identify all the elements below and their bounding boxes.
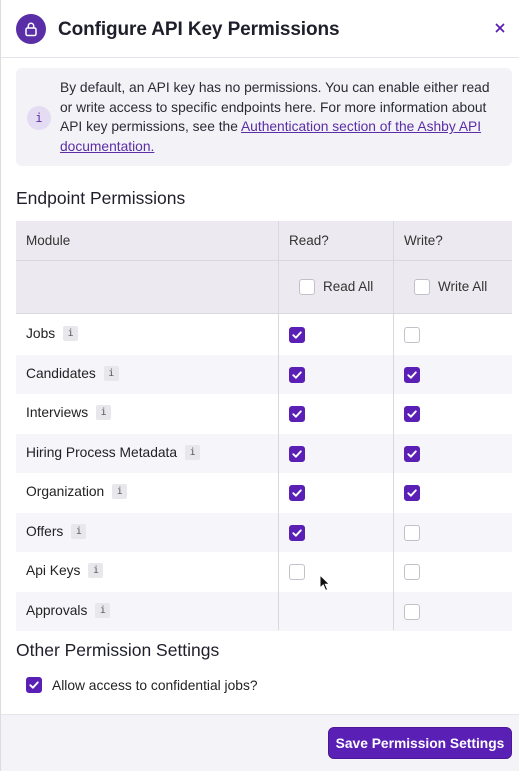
write-checkbox[interactable]: [404, 603, 420, 620]
module-label: Interviews: [26, 405, 89, 420]
select-all-row: Read All Write All: [16, 261, 512, 314]
write-checkbox[interactable]: [404, 485, 420, 501]
module-info-icon[interactable]: i: [185, 444, 201, 460]
mouse-cursor-icon: [319, 574, 331, 592]
write-checkbox[interactable]: [404, 366, 420, 383]
api-key-permissions-modal: Configure API Key Permissions i By defau…: [0, 0, 519, 771]
read-checkbox[interactable]: [289, 524, 305, 541]
module-name: Jobs i: [26, 326, 79, 341]
write-checkbox[interactable]: [404, 327, 420, 343]
modal-header: Configure API Key Permissions: [1, 0, 519, 58]
write-checkbox[interactable]: [404, 445, 420, 462]
column-header-module: Module: [26, 233, 71, 248]
table-header-row: Module Read? Write?: [16, 221, 512, 261]
module-label: Organization: [26, 484, 105, 499]
write-checkbox[interactable]: [404, 406, 420, 422]
module-name: Hiring Process Metadata i: [26, 444, 201, 460]
module-info-icon[interactable]: i: [63, 326, 79, 341]
permissions-notice: i By default, an API key has no permissi…: [16, 68, 512, 166]
module-name: Candidates i: [26, 365, 119, 381]
other-permissions-heading: Other Permission Settings: [16, 640, 220, 660]
column-header-read: Read?: [289, 233, 329, 248]
module-name: Organization i: [26, 484, 128, 499]
table-row: Jobs i: [16, 315, 512, 355]
module-name: Approvals i: [26, 602, 111, 618]
column-header-write: Write?: [404, 233, 443, 248]
read-checkbox[interactable]: [289, 327, 305, 343]
table-row: Interviews i: [16, 394, 512, 434]
endpoint-permissions-heading: Endpoint Permissions: [16, 188, 186, 208]
modal-title: Configure API Key Permissions: [58, 19, 340, 40]
module-label: Offers: [26, 523, 64, 539]
modal-footer: Save Permission Settings: [1, 714, 519, 771]
module-name: Api Keys i: [26, 563, 104, 578]
notice-text: By default, an API key has no permission…: [60, 78, 500, 156]
read-all-label: Read All: [323, 279, 374, 294]
read-all-checkbox[interactable]: [299, 279, 315, 295]
save-permission-settings-button[interactable]: Save Permission Settings: [328, 727, 512, 759]
confidential-jobs-label: Allow access to confidential jobs?: [52, 677, 258, 693]
write-all-label: Write All: [438, 279, 488, 294]
table-row: Organization i: [16, 473, 512, 513]
module-name: Interviews i: [26, 405, 112, 420]
read-checkbox[interactable]: [289, 485, 305, 501]
table-row: Approvals i: [16, 591, 512, 631]
column-divider: [393, 221, 394, 630]
module-label: Hiring Process Metadata: [26, 444, 178, 460]
info-icon: i: [27, 106, 51, 130]
read-checkbox[interactable]: [289, 406, 305, 422]
module-label: Approvals: [26, 602, 88, 618]
table-row: Candidates i: [16, 354, 512, 394]
module-info-icon[interactable]: i: [71, 523, 87, 539]
column-divider: [278, 221, 279, 630]
close-icon[interactable]: [493, 21, 507, 35]
module-label: Jobs: [26, 326, 56, 341]
read-checkbox[interactable]: [289, 366, 305, 383]
read-checkbox[interactable]: [289, 564, 305, 580]
write-checkbox[interactable]: [404, 564, 420, 580]
write-all-checkbox[interactable]: [414, 279, 430, 295]
read-checkbox[interactable]: [289, 445, 305, 462]
lock-icon: [16, 14, 46, 44]
module-info-icon[interactable]: i: [96, 405, 112, 420]
module-name: Offers i: [26, 523, 87, 539]
confidential-jobs-checkbox[interactable]: [26, 677, 42, 693]
module-info-icon[interactable]: i: [103, 365, 119, 381]
module-label: Candidates: [26, 365, 96, 381]
module-info-icon[interactable]: i: [112, 484, 128, 499]
write-checkbox[interactable]: [404, 524, 420, 541]
table-row: Api Keys i: [16, 552, 512, 592]
table-row: Offers i: [16, 512, 512, 552]
table-row: Hiring Process Metadata i: [16, 433, 512, 473]
module-label: Api Keys: [26, 563, 81, 578]
confidential-jobs-setting: Allow access to confidential jobs?: [26, 677, 258, 693]
module-info-icon[interactable]: i: [95, 602, 111, 618]
module-info-icon[interactable]: i: [88, 563, 104, 578]
